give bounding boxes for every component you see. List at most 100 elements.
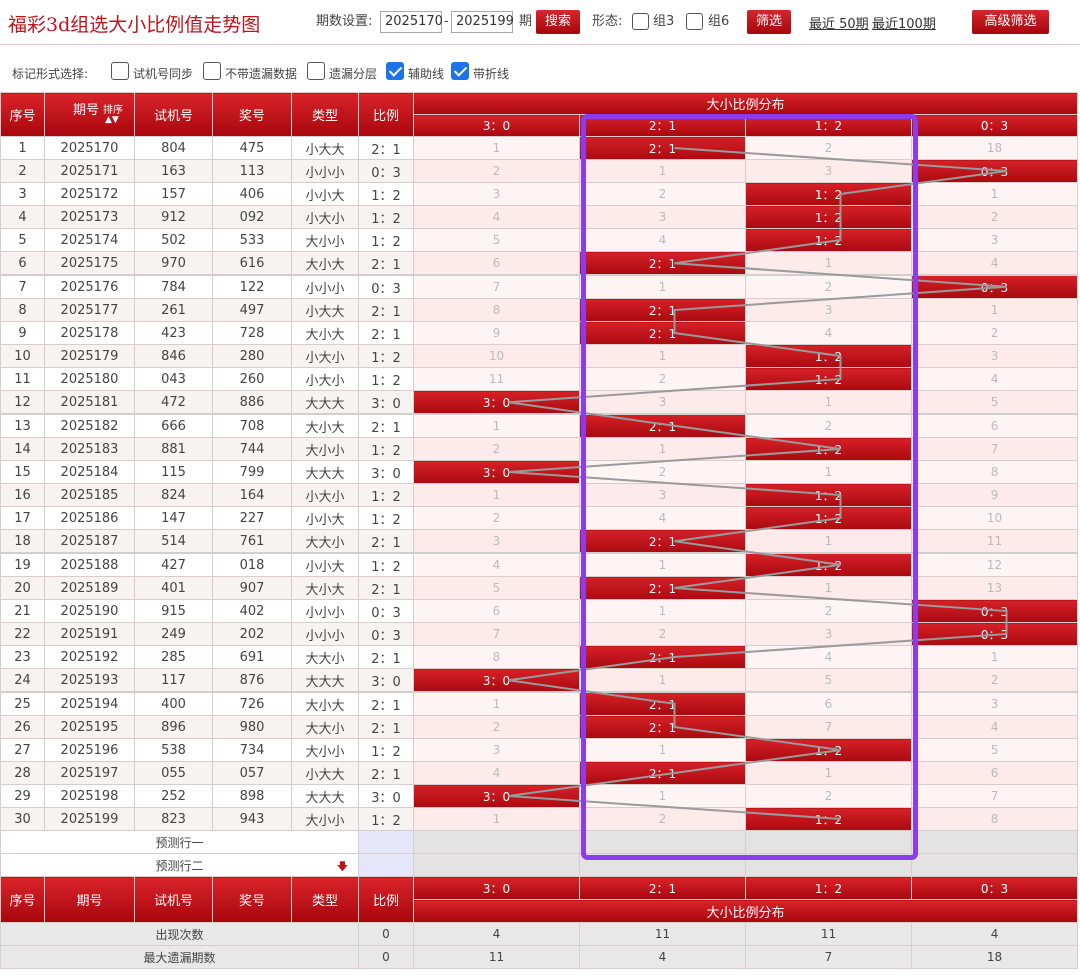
predict-row-1-cell[interactable] <box>413 830 580 854</box>
dist-miss-cell: 5 <box>413 576 580 600</box>
row-period: 2025198 <box>44 784 135 808</box>
summary-count-label: 出现次数 <box>0 922 359 946</box>
footer-dist-col-1-2: 1：2 <box>745 876 912 900</box>
dist-hit-cell: 2：1 <box>579 761 746 785</box>
row-trial: 915 <box>134 599 213 623</box>
row-type: 大大大 <box>291 784 359 808</box>
footer-dist-col-2-1: 2：1 <box>579 876 746 900</box>
dist-miss-cell: 18 <box>910 136 1079 160</box>
row-trial: 043 <box>134 367 213 391</box>
dist-miss-cell: 4 <box>413 761 580 785</box>
row-type: 小小大 <box>291 182 359 206</box>
summary-count-cell: 11 <box>745 922 912 946</box>
predict-row-1-cell[interactable] <box>579 830 746 854</box>
col-header-period[interactable]: 期号 排序 ▲▼ <box>44 92 135 137</box>
dist-hit-cell: 3：0 <box>413 390 580 415</box>
footer-col-period: 期号 <box>44 876 135 923</box>
filter-button[interactable]: 筛选 <box>747 10 791 34</box>
row-trial: 249 <box>134 622 213 646</box>
dist-miss-cell: 7 <box>745 715 912 739</box>
dist-miss-cell: 4 <box>579 228 746 252</box>
summary-max-miss-cell: 11 <box>413 945 580 969</box>
footer-header-row-1: 序号 期号 试机号 奖号 类型 比例 3：0 2：1 1：2 0：3 <box>0 876 1079 923</box>
dist-miss-cell: 3 <box>579 390 746 415</box>
row-seq: 23 <box>0 645 45 669</box>
predict-row-2-cell[interactable] <box>579 853 746 877</box>
row-ratio: 1：2 <box>358 738 414 762</box>
row-ratio: 2：1 <box>358 413 414 438</box>
row-prize: 744 <box>212 437 292 461</box>
row-ratio: 3：0 <box>358 668 414 693</box>
sort-arrows-icon[interactable]: ▲▼ <box>105 115 119 125</box>
predict-row-2-cell[interactable] <box>910 853 1079 877</box>
col-header-prize: 奖号 <box>212 92 292 137</box>
predict-row-2-cell[interactable] <box>745 853 912 877</box>
row-type: 大小大 <box>291 576 359 600</box>
row-type: 小小小 <box>291 622 359 646</box>
row-ratio: 1：2 <box>358 228 414 252</box>
dist-miss-cell: 9 <box>413 321 580 345</box>
period-to-input[interactable]: 2025199 <box>451 11 514 33</box>
row-seq: 3 <box>0 182 45 206</box>
table-row: 19 2025188 427 018 小小大 1：2 4 1 1：2 12 <box>0 552 1079 577</box>
dist-miss-cell: 1 <box>579 344 746 368</box>
row-trial: 846 <box>134 344 213 368</box>
group6-checkbox[interactable] <box>686 13 703 30</box>
no-miss-data-checkbox[interactable] <box>203 62 221 80</box>
aux-line-checkbox[interactable] <box>386 62 404 80</box>
recent-50-link[interactable]: 最近 50期 <box>809 13 869 32</box>
advanced-filter-button[interactable]: 高级筛选 <box>972 10 1049 34</box>
row-prize: 726 <box>212 691 292 716</box>
row-trial: 538 <box>134 738 213 762</box>
recent-100-link[interactable]: 最近100期 <box>872 13 936 32</box>
table-row: 14 2025183 881 744 大小小 1：2 2 1 1：2 7 <box>0 437 1079 461</box>
arrow-down-icon[interactable]: 🡇 <box>337 858 348 876</box>
miss-layer-checkbox[interactable] <box>307 62 325 80</box>
dist-col-0-3: 0：3 <box>910 114 1079 137</box>
polyline-checkbox[interactable] <box>451 62 469 80</box>
row-ratio: 2：1 <box>358 576 414 600</box>
footer-dist-col-0-3: 0：3 <box>910 876 1079 900</box>
group3-checkbox[interactable] <box>632 13 649 30</box>
row-trial: 896 <box>134 715 213 739</box>
dist-miss-cell: 3 <box>745 622 912 646</box>
sort-label[interactable]: 排序 <box>103 101 123 116</box>
row-seq: 15 <box>0 460 45 484</box>
footer-col-trial: 试机号 <box>134 876 213 923</box>
row-trial: 970 <box>134 251 213 276</box>
row-type: 大大大 <box>291 668 359 693</box>
row-type: 小小小 <box>291 274 359 299</box>
row-trial: 666 <box>134 413 213 438</box>
footer-col-seq: 序号 <box>0 876 45 923</box>
row-trial: 252 <box>134 784 213 808</box>
dist-miss-cell: 11 <box>910 529 1079 554</box>
dist-miss-cell: 1 <box>745 460 912 484</box>
dist-miss-cell: 2 <box>579 622 746 646</box>
predict-row-1-cell[interactable] <box>910 830 1079 854</box>
predict-row-2-ratio[interactable] <box>358 853 414 877</box>
row-trial: 400 <box>134 691 213 716</box>
predict-row-1-ratio[interactable] <box>358 830 414 854</box>
trial-sync-checkbox[interactable] <box>111 62 129 80</box>
period-from-input[interactable]: 2025170 <box>380 11 443 33</box>
row-prize: 092 <box>212 205 292 229</box>
predict-row-1: 预测行一 <box>0 830 1079 854</box>
table-row: 30 2025199 823 943 大小小 1：2 1 2 1：2 8 <box>0 807 1079 831</box>
row-type: 小小小 <box>291 599 359 623</box>
dist-miss-cell: 9 <box>910 483 1079 507</box>
row-type: 小小大 <box>291 506 359 530</box>
row-seq: 29 <box>0 784 45 808</box>
predict-row-1-cell[interactable] <box>745 830 912 854</box>
dist-hit-cell: 2：1 <box>579 413 746 438</box>
summary-max-miss-cell: 4 <box>579 945 746 969</box>
dist-miss-cell: 1 <box>579 437 746 461</box>
row-ratio: 0：3 <box>358 599 414 623</box>
row-prize: 876 <box>212 668 292 693</box>
dist-hit-cell: 2：1 <box>579 576 746 600</box>
period-label: 期数设置: <box>316 14 373 29</box>
table-row: 17 2025186 147 227 小小大 1：2 2 4 1：2 10 <box>0 506 1079 530</box>
dist-miss-cell: 2 <box>910 321 1079 345</box>
row-period: 2025199 <box>44 807 135 831</box>
predict-row-2-cell[interactable] <box>413 853 580 877</box>
search-button[interactable]: 搜索 <box>536 10 580 34</box>
